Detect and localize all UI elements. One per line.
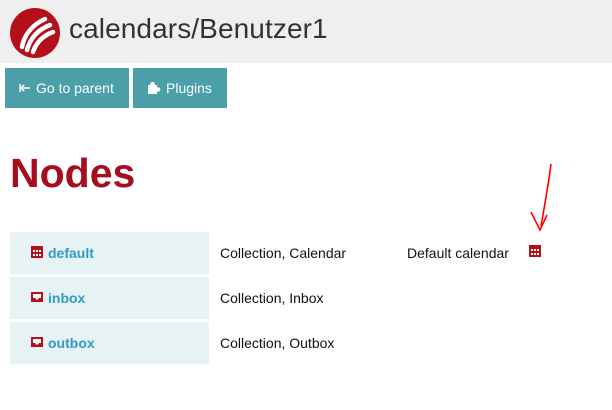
go-to-parent-button[interactable]: Go to parent [5,68,129,108]
node-name-cell: inbox [10,277,209,319]
node-name-cell: outbox [10,322,209,364]
node-description: Default calendar [407,245,509,261]
table-row: outbox Collection, Outbox [10,322,610,364]
node-name-cell: default [10,232,209,274]
node-link-outbox[interactable]: outbox [48,335,95,351]
go-to-parent-label: Go to parent [36,80,114,96]
outbox-icon [31,337,43,347]
plugins-label: Plugins [166,80,212,96]
puzzle-piece-icon [147,81,161,95]
nodes-heading: Nodes [10,150,136,196]
page-header: calendars/Benutzer1 [0,0,612,63]
node-type: Collection, Calendar [220,245,347,261]
node-link-inbox[interactable]: inbox [48,290,85,306]
node-link-default[interactable]: default [48,245,94,261]
node-type: Collection, Outbox [220,335,335,351]
plugins-button[interactable]: Plugins [133,68,227,108]
inbox-icon [31,292,43,302]
annotation-arrow-icon [530,163,552,232]
page-title: calendars/Benutzer1 [69,13,328,44]
node-type: Collection, Inbox [220,290,324,306]
arrow-to-left-icon [19,83,31,93]
sabre-logo-icon [10,8,60,58]
table-row: inbox Collection, Inbox [10,277,610,319]
calendar-icon [31,246,43,258]
table-row: default Collection, Calendar Default cal… [10,232,610,274]
calendar-icon[interactable] [528,244,542,258]
